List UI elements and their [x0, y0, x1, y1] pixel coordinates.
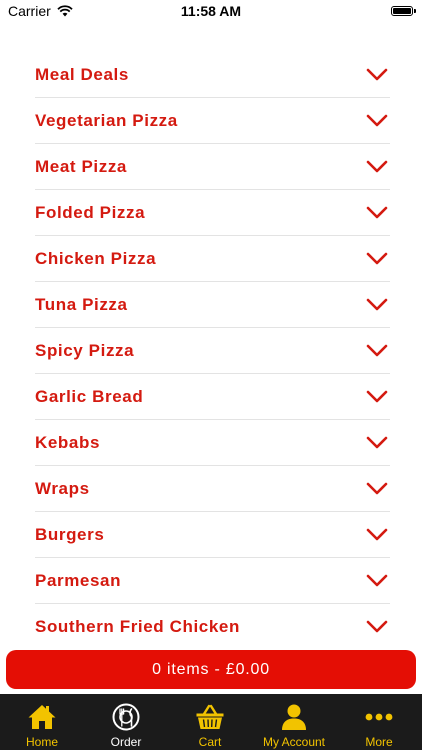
more-dots-icon	[365, 713, 393, 721]
category-label: Burgers	[35, 525, 105, 544]
chevron-down-icon	[366, 436, 388, 449]
tab-more[interactable]: More	[336, 694, 422, 750]
cart-summary-button[interactable]: 0 items - £0.00	[6, 650, 416, 689]
category-item-burgers[interactable]: Burgers	[35, 512, 390, 558]
chevron-down-icon	[366, 68, 388, 81]
category-item-parmesan[interactable]: Parmesan	[35, 558, 390, 604]
tab-label: Cart	[198, 735, 222, 749]
status-bar: Carrier 11:58 AM	[0, 0, 422, 24]
category-label: Chicken Pizza	[35, 249, 157, 268]
category-item-vegetarian-pizza[interactable]: Vegetarian Pizza	[35, 98, 390, 144]
tab-my-account[interactable]: My Account	[252, 694, 336, 750]
category-label: Wraps	[35, 479, 90, 498]
chevron-down-icon	[366, 160, 388, 173]
category-label: Kebabs	[35, 433, 101, 452]
category-label: Parmesan	[35, 571, 122, 590]
category-item-wraps[interactable]: Wraps	[35, 466, 390, 512]
category-item-folded-pizza[interactable]: Folded Pizza	[35, 190, 390, 236]
chevron-down-icon	[366, 114, 388, 127]
category-label: Spicy Pizza	[35, 341, 135, 360]
tab-label: Home	[25, 735, 58, 749]
category-item-meal-deals[interactable]: Meal Deals	[35, 52, 390, 98]
chevron-down-icon	[366, 252, 388, 265]
category-label: Meat Pizza	[35, 157, 127, 176]
chevron-down-icon	[366, 206, 388, 219]
category-item-spicy-pizza[interactable]: Spicy Pizza	[35, 328, 390, 374]
category-label: Meal Deals	[35, 65, 129, 84]
chevron-down-icon	[366, 390, 388, 403]
category-item-tuna-pizza[interactable]: Tuna Pizza	[35, 282, 390, 328]
category-label: Vegetarian Pizza	[35, 111, 178, 130]
chevron-down-icon	[366, 344, 388, 357]
chevron-down-icon	[366, 574, 388, 587]
tab-cart[interactable]: Cart	[168, 694, 252, 750]
order-icon	[112, 703, 140, 731]
tab-label: More	[365, 735, 393, 749]
tab-order[interactable]: Order	[84, 694, 168, 750]
chevron-down-icon	[366, 482, 388, 495]
category-label: Folded Pizza	[35, 203, 146, 222]
chevron-down-icon	[366, 298, 388, 311]
tab-bar: Home Order Cart My Account More	[0, 694, 422, 750]
category-list: Meal Deals Vegetarian Pizza Meat Pizza F…	[35, 52, 390, 650]
category-item-chicken-pizza[interactable]: Chicken Pizza	[35, 236, 390, 282]
category-item-southern-fried-chicken[interactable]: Southern Fried Chicken	[35, 604, 390, 650]
category-item-meat-pizza[interactable]: Meat Pizza	[35, 144, 390, 190]
category-label: Southern Fried Chicken	[35, 617, 240, 636]
basket-icon	[196, 704, 224, 729]
category-item-kebabs[interactable]: Kebabs	[35, 420, 390, 466]
category-item-garlic-bread[interactable]: Garlic Bread	[35, 374, 390, 420]
chevron-down-icon	[366, 528, 388, 541]
category-label: Garlic Bread	[35, 387, 144, 406]
battery-icon	[391, 6, 416, 16]
tab-home[interactable]: Home	[0, 694, 84, 750]
tab-label: My Account	[262, 735, 326, 749]
user-icon	[282, 704, 306, 730]
status-time: 11:58 AM	[180, 3, 242, 19]
category-label: Tuna Pizza	[35, 295, 128, 314]
home-icon	[28, 705, 56, 729]
tab-label: Order	[110, 735, 142, 749]
chevron-down-icon	[366, 620, 388, 633]
